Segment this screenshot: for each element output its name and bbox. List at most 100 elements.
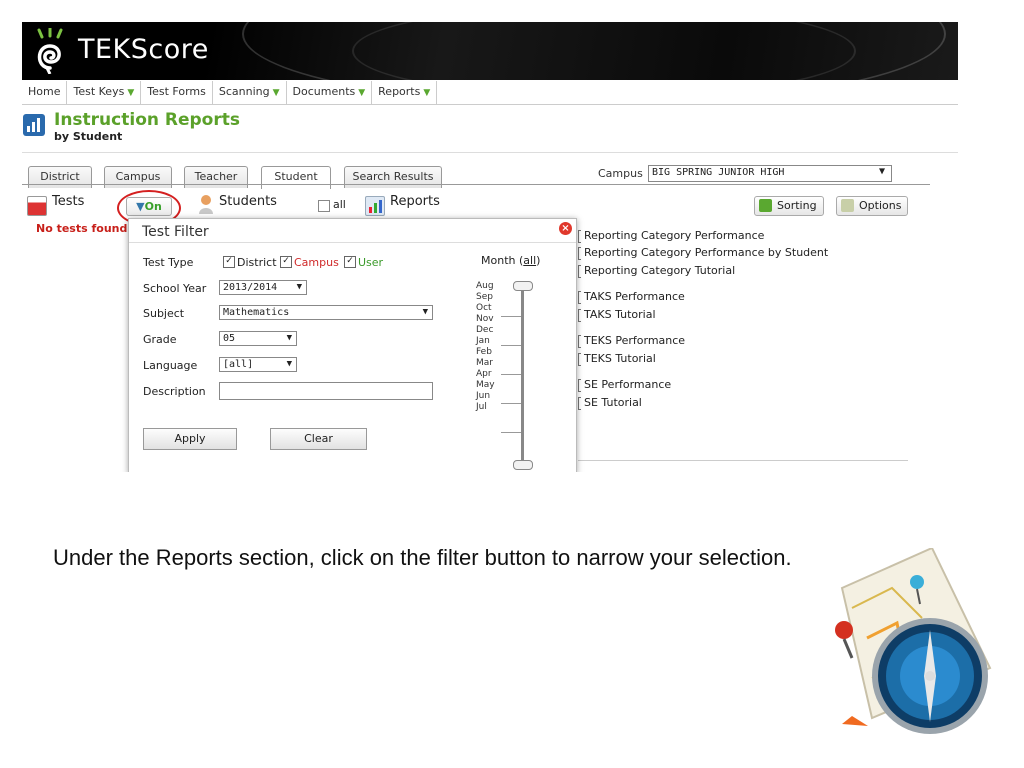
- report-bracket: [578, 353, 581, 366]
- language-label: Language: [143, 359, 198, 372]
- options-label: Options: [859, 199, 902, 212]
- school-year-label: School Year: [143, 282, 207, 295]
- reports-label: Reports: [390, 194, 440, 209]
- close-icon[interactable]: ×: [559, 222, 572, 235]
- grade-label: Grade: [143, 333, 177, 346]
- month-all-link[interactable]: all: [523, 254, 536, 267]
- students-label: Students: [219, 194, 277, 209]
- month-slider-track[interactable]: [521, 284, 524, 462]
- chevron-down-icon: ▼: [358, 88, 366, 98]
- nav-item-home[interactable]: Home: [22, 81, 68, 104]
- month-label-aug: Aug: [476, 281, 494, 291]
- month-labels: Aug Sep Oct Nov Dec Jan Feb Mar Apr May Jun Jul: [476, 281, 495, 413]
- instruction-caption: Under the Reports section, click on the …: [53, 545, 792, 570]
- tab-student[interactable]: Student: [261, 166, 331, 189]
- report-item-label: Reporting Category Tutorial: [584, 264, 736, 277]
- nav-item-label: Test Keys: [73, 85, 125, 98]
- user-checkbox[interactable]: ✓: [344, 256, 356, 268]
- description-input[interactable]: [219, 382, 433, 400]
- school-year-select[interactable]: 2013/2014 ▼: [219, 280, 307, 295]
- report-item[interactable]: Reporting Category Performance by Studen…: [578, 246, 829, 260]
- campus-checkbox[interactable]: ✓: [280, 256, 292, 268]
- language-select[interactable]: [all] ▼: [219, 357, 297, 372]
- subject-select[interactable]: Mathematics ▼: [219, 305, 433, 320]
- report-item[interactable]: Reporting Category Tutorial: [578, 264, 736, 278]
- report-bracket: [578, 247, 581, 260]
- tekscore-app: TEKScore Home Test Keys ▼ Test Forms Scannin…: [22, 22, 958, 472]
- user-type-label: User: [358, 256, 384, 269]
- campus-select-value: BIG SPRING JUNIOR HIGH: [652, 167, 785, 178]
- grade-value: 05: [223, 333, 236, 344]
- slider-tick: [501, 432, 521, 433]
- month-label-jun: Jun: [476, 391, 491, 401]
- nav-item-test-forms[interactable]: Test Forms: [141, 81, 213, 104]
- grade-select[interactable]: 05 ▼: [219, 331, 297, 346]
- month-label-jan: Jan: [476, 336, 490, 346]
- nav-item-test-keys[interactable]: Test Keys ▼: [67, 81, 142, 104]
- test-filter-button[interactable]: ▼On: [126, 197, 172, 216]
- chevron-down-icon: ▼: [296, 282, 302, 292]
- tab-baseline: [22, 184, 930, 185]
- report-item-label: TEKS Tutorial: [584, 352, 656, 365]
- month-label-oct: Oct: [476, 303, 492, 313]
- month-end-handle[interactable]: [513, 460, 533, 470]
- campus-select[interactable]: BIG SPRING JUNIOR HIGH ▼: [648, 165, 892, 182]
- report-item-label: TEKS Performance: [584, 334, 686, 347]
- subject-value: Mathematics: [223, 307, 290, 318]
- nav-item-documents[interactable]: Documents ▼: [287, 81, 373, 104]
- nav-item-label: Scanning: [218, 85, 270, 98]
- report-item[interactable]: TEKS Tutorial: [578, 352, 656, 366]
- school-year-value: 2013/2014: [223, 282, 278, 293]
- report-item[interactable]: TEKS Performance: [578, 334, 686, 348]
- no-tests-message: No tests found: [36, 222, 128, 235]
- campus-label: Campus: [598, 167, 643, 180]
- report-bracket: [578, 230, 581, 243]
- slider-tick: [501, 345, 521, 346]
- district-checkbox[interactable]: ✓: [223, 256, 235, 268]
- dialog-divider: [129, 242, 576, 243]
- app-banner: TEKScore: [22, 22, 958, 80]
- month-start-handle[interactable]: [513, 281, 533, 291]
- month-label-nov: Nov: [476, 314, 494, 324]
- report-item[interactable]: TAKS Tutorial: [578, 308, 656, 322]
- report-item[interactable]: TAKS Performance: [578, 290, 685, 304]
- report-bracket: [578, 379, 581, 392]
- slider-tick: [501, 374, 521, 375]
- report-item[interactable]: Reporting Category Performance: [578, 229, 764, 243]
- report-item-label: TAKS Tutorial: [584, 308, 656, 321]
- slider-tick: [501, 316, 521, 317]
- report-item-label: SE Tutorial: [584, 396, 642, 409]
- campus-type-label: Campus: [294, 256, 339, 269]
- language-value: [all]: [223, 359, 254, 370]
- report-item[interactable]: SE Performance: [578, 378, 671, 392]
- month-label-mar: Mar: [476, 358, 493, 368]
- reports-divider: [578, 460, 908, 461]
- report-bracket: [578, 309, 581, 322]
- map-compass-illustration: [835, 548, 992, 734]
- month-label-may: May: [476, 380, 495, 390]
- nav-item-reports[interactable]: Reports ▼: [372, 81, 438, 104]
- report-bracket: [578, 335, 581, 348]
- report-item[interactable]: SE Tutorial: [578, 396, 642, 410]
- clear-button[interactable]: Clear: [270, 428, 367, 450]
- chevron-down-icon: ▼: [878, 166, 885, 177]
- all-students-checkbox[interactable]: [318, 200, 330, 212]
- main-nav: Home Test Keys ▼ Test Forms Scanning ▼ Documen…: [22, 81, 958, 105]
- student-icon: [197, 194, 215, 214]
- sorting-button[interactable]: Sorting: [754, 196, 824, 216]
- month-label-dec: Dec: [476, 325, 494, 335]
- test-type-label: Test Type: [143, 256, 194, 269]
- apply-button[interactable]: Apply: [143, 428, 237, 450]
- options-icon: [841, 199, 854, 212]
- tests-label: Tests: [52, 194, 85, 209]
- chevron-down-icon: ▼: [422, 307, 428, 317]
- tekscore-logo-icon: [37, 28, 63, 74]
- report-item-label: TAKS Performance: [584, 290, 685, 303]
- month-label: Month (: [481, 254, 524, 267]
- options-button[interactable]: Options: [836, 196, 909, 216]
- report-item-label: Reporting Category Performance by Studen…: [584, 246, 829, 259]
- nav-item-label: Test Forms: [147, 85, 206, 98]
- nav-item-scanning[interactable]: Scanning ▼: [213, 81, 287, 104]
- subject-label: Subject: [143, 307, 185, 320]
- chevron-down-icon: ▼: [272, 88, 280, 98]
